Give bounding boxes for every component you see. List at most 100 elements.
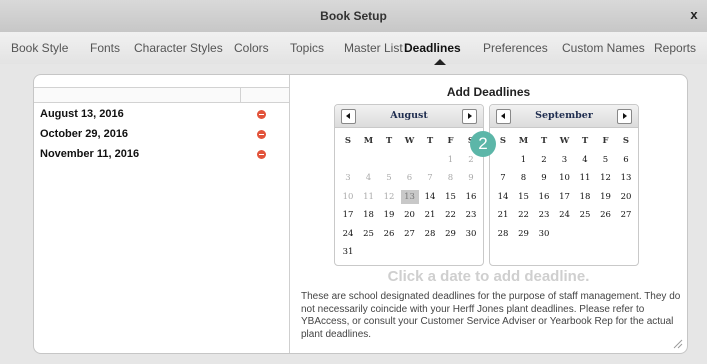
weekday-label: S bbox=[344, 136, 352, 146]
calendar-day[interactable]: 21 bbox=[421, 208, 439, 222]
calendar-day[interactable]: 17 bbox=[556, 190, 574, 204]
calendar-day[interactable]: 18 bbox=[360, 208, 378, 222]
calendar-day[interactable]: 22 bbox=[515, 208, 533, 222]
calendar-day[interactable]: 17 bbox=[339, 208, 357, 222]
calendar-day[interactable]: 9 bbox=[535, 171, 553, 185]
calendar-day[interactable]: 14 bbox=[494, 190, 512, 204]
calendar-day[interactable]: 18 bbox=[576, 190, 594, 204]
weekday-label: T bbox=[540, 136, 548, 146]
column-separator bbox=[240, 88, 241, 102]
tab-deadlines[interactable]: Deadlines bbox=[404, 41, 461, 55]
calendar-day[interactable]: 26 bbox=[380, 227, 398, 241]
active-tab-indicator-icon bbox=[434, 59, 446, 65]
calendar-day[interactable]: 19 bbox=[380, 208, 398, 222]
calendar-day: 1 bbox=[447, 154, 454, 165]
weekday-label: F bbox=[447, 136, 454, 146]
calendar-day[interactable]: 7 bbox=[494, 171, 512, 185]
calendar-day[interactable]: 3 bbox=[556, 153, 574, 167]
weekday-label: M bbox=[363, 136, 374, 146]
calendar-day[interactable]: 23 bbox=[535, 208, 553, 222]
calendar-day[interactable]: 29 bbox=[442, 227, 460, 241]
calendar-day[interactable]: 4 bbox=[576, 153, 594, 167]
deadline-list-header bbox=[34, 87, 289, 103]
close-icon[interactable]: x bbox=[685, 6, 703, 24]
calendar-day[interactable]: 27 bbox=[617, 208, 635, 222]
calendar-day[interactable]: 20 bbox=[401, 208, 419, 222]
tab-book-style[interactable]: Book Style bbox=[11, 41, 68, 55]
tab-master-list[interactable]: Master List bbox=[344, 41, 403, 55]
title-bar: Book Setup x bbox=[0, 0, 707, 33]
resize-grip-icon[interactable] bbox=[671, 337, 683, 349]
tab-custom-names[interactable]: Custom Names bbox=[562, 41, 645, 55]
calendar-day[interactable]: 25 bbox=[360, 227, 378, 241]
calendar-day[interactable]: 6 bbox=[617, 153, 635, 167]
tab-topics[interactable]: Topics bbox=[290, 41, 324, 55]
calendar-day: 12 bbox=[383, 191, 395, 202]
calendar-day[interactable]: 28 bbox=[421, 227, 439, 241]
weekday-label: W bbox=[559, 136, 570, 146]
panel-divider bbox=[289, 75, 290, 353]
calendar-day[interactable]: 11 bbox=[576, 171, 594, 185]
calendar-day: 6 bbox=[406, 173, 413, 183]
calendar-day: 8 bbox=[447, 173, 454, 183]
calendar-day[interactable]: 2 bbox=[535, 153, 553, 167]
calendar-day[interactable]: 12 bbox=[597, 171, 615, 185]
calendar-day[interactable]: 24 bbox=[556, 208, 574, 222]
calendar-day[interactable]: 16 bbox=[462, 190, 480, 204]
tab-bar: Book Style Fonts Character Styles Colors… bbox=[0, 32, 707, 64]
calendar-august: August SMTWTFS12345678910111213141516171… bbox=[334, 104, 484, 266]
calendar-day[interactable]: 15 bbox=[515, 190, 533, 204]
step-number-badge: 2 bbox=[470, 131, 496, 157]
calendar-day[interactable]: 5 bbox=[597, 153, 615, 167]
calendar-day[interactable]: 21 bbox=[494, 208, 512, 222]
calendar-day: 4 bbox=[365, 173, 372, 183]
remove-icon[interactable] bbox=[257, 130, 266, 139]
calendar-day[interactable]: 20 bbox=[617, 190, 635, 204]
calendar-day[interactable]: 23 bbox=[462, 208, 480, 222]
calendar-day[interactable]: 15 bbox=[442, 190, 460, 204]
calendar-month-label: August bbox=[390, 110, 428, 121]
tab-colors[interactable]: Colors bbox=[234, 41, 269, 55]
calendar-day[interactable]: 8 bbox=[515, 171, 533, 185]
calendar-day: 5 bbox=[386, 173, 392, 183]
tab-fonts[interactable]: Fonts bbox=[90, 41, 120, 55]
calendar-day[interactable]: 31 bbox=[339, 245, 357, 259]
deadline-row: November 11, 2016 bbox=[34, 144, 289, 164]
calendar-day[interactable]: 30 bbox=[535, 227, 553, 241]
calendar-day[interactable]: 30 bbox=[462, 227, 480, 241]
calendar-day: 9 bbox=[468, 173, 474, 183]
calendar-day[interactable]: 16 bbox=[535, 190, 553, 204]
calendar-day[interactable]: 10 bbox=[556, 171, 574, 185]
calendar-day[interactable]: 22 bbox=[442, 208, 460, 222]
calendar-day[interactable]: 13 bbox=[617, 171, 635, 185]
calendar-header: September bbox=[490, 105, 638, 128]
weekday-label: T bbox=[581, 136, 589, 146]
calendar-header: August bbox=[335, 105, 483, 128]
calendar-september: September S M T W T F S 1 2 3 4 5 6 7 8 9 10 11 12 13 14 15 16… bbox=[489, 104, 639, 266]
book-setup-window: Book Setup x Book Style Fonts Character … bbox=[0, 0, 707, 364]
calendar-day[interactable]: 24 bbox=[339, 227, 357, 241]
calendar-day: 3 bbox=[345, 173, 351, 183]
tab-character-styles[interactable]: Character Styles bbox=[134, 41, 223, 55]
add-deadlines-title: Add Deadlines bbox=[446, 85, 531, 99]
calendar-day[interactable]: 25 bbox=[576, 208, 594, 222]
calendar-day[interactable]: 1 bbox=[515, 153, 533, 167]
remove-icon[interactable] bbox=[257, 150, 266, 159]
add-deadline-hint: Click a date to add deadline. bbox=[387, 268, 590, 285]
remove-icon[interactable] bbox=[257, 110, 266, 119]
weekday-label: W bbox=[404, 136, 415, 146]
calendar-day[interactable]: 29 bbox=[515, 227, 533, 241]
deadline-date: November 11, 2016 bbox=[40, 148, 140, 160]
next-month-icon[interactable] bbox=[462, 109, 477, 124]
calendar-day[interactable]: 26 bbox=[597, 208, 615, 222]
calendar-day[interactable]: 28 bbox=[494, 227, 512, 241]
calendar-day[interactable]: 19 bbox=[597, 190, 615, 204]
tab-preferences[interactable]: Preferences bbox=[483, 41, 548, 55]
calendar-day[interactable]: 14 bbox=[421, 190, 439, 204]
next-month-icon[interactable] bbox=[617, 109, 632, 124]
calendar-day: 7 bbox=[427, 173, 433, 183]
tab-reports[interactable]: Reports bbox=[654, 41, 696, 55]
weekday-label: F bbox=[602, 136, 609, 146]
calendar-day[interactable]: 27 bbox=[401, 227, 419, 241]
calendar-month-label: September bbox=[535, 110, 593, 121]
